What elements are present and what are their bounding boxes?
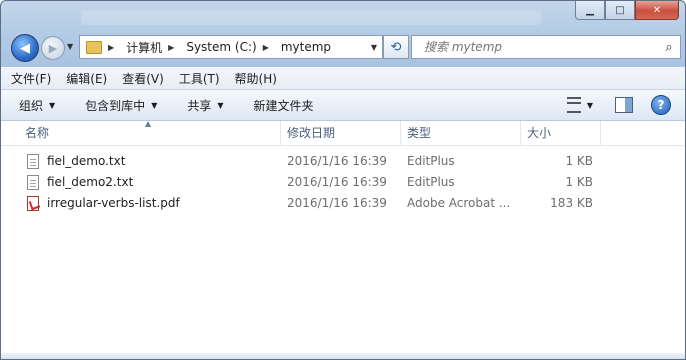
file-name-cell: irregular-verbs-list.pdf	[27, 193, 281, 214]
column-label: 修改日期	[287, 126, 336, 140]
organize-label: 组织	[19, 98, 44, 113]
organize-button[interactable]: 组织 ▼	[19, 97, 55, 114]
file-rows: fiel_demo.txt 2016/1/16 16:39 EditPlus 1…	[1, 151, 685, 214]
file-type: EditPlus	[407, 175, 455, 189]
view-controls: ▼ ?	[566, 95, 671, 115]
share-label: 共享	[187, 98, 212, 113]
status-bar	[1, 353, 685, 359]
text-file-icon	[27, 175, 39, 190]
search-icon[interactable]: ⌕	[658, 40, 680, 55]
share-button[interactable]: 共享 ▼	[187, 97, 223, 114]
minimize-button[interactable]: ▁	[575, 1, 605, 20]
chevron-right-icon: ▶	[168, 42, 175, 52]
menu-view[interactable]: 查看(V)	[122, 70, 164, 87]
file-name: fiel_demo.txt	[47, 154, 126, 168]
search-box[interactable]: ⌕	[411, 35, 681, 59]
forward-button[interactable]: ▶	[41, 36, 65, 60]
column-header-row: ▲ 名称 修改日期 类型 大小	[1, 119, 685, 146]
file-type: Adobe Acrobat ...	[407, 196, 511, 210]
navigation-row: ◀ ▶ ▼ ▶ 计算机 ▶ System (C:) ▶ mytemp ▼ ⟲ ⌕	[9, 33, 681, 62]
help-icon[interactable]: ?	[651, 95, 671, 115]
column-label: 大小	[527, 126, 552, 140]
command-bar: 组织 ▼ 包含到库中 ▼ 共享 ▼ 新建文件夹 ▼ ?	[1, 90, 685, 121]
file-date: 2016/1/16 16:39	[287, 154, 387, 168]
refresh-button[interactable]: ⟲	[383, 35, 409, 59]
breadcrumb-drive[interactable]: System (C:)	[186, 40, 256, 54]
menu-edit[interactable]: 编辑(E)	[66, 70, 107, 87]
dropdown-arrow-icon: ▼	[151, 100, 158, 110]
pdf-file-icon	[27, 196, 39, 211]
chevron-right-icon: ▶	[108, 42, 115, 52]
dropdown-arrow-icon: ▼	[217, 100, 224, 110]
breadcrumb-arrow[interactable]: ▶	[168, 43, 180, 52]
breadcrumb-computer[interactable]: 计算机	[126, 39, 162, 56]
column-header-type[interactable]: 类型	[401, 121, 521, 145]
view-options-icon[interactable]	[566, 97, 581, 113]
file-row[interactable]: irregular-verbs-list.pdf 2016/1/16 16:39…	[1, 193, 685, 214]
file-name-cell: fiel_demo2.txt	[27, 172, 281, 193]
file-name: irregular-verbs-list.pdf	[47, 196, 180, 210]
maximize-button[interactable]: □	[605, 1, 635, 20]
file-row[interactable]: fiel_demo2.txt 2016/1/16 16:39 EditPlus …	[1, 172, 685, 193]
chevron-right-icon: ▶	[262, 42, 269, 52]
column-header-date[interactable]: 修改日期	[281, 121, 401, 145]
view-options-dropdown[interactable]: ▼	[587, 101, 593, 110]
new-folder-button[interactable]: 新建文件夹	[254, 97, 314, 114]
file-size: 183 KB	[550, 196, 593, 210]
menu-help[interactable]: 帮助(H)	[235, 70, 277, 87]
dropdown-arrow-icon: ▼	[49, 100, 56, 110]
column-header-size[interactable]: 大小	[521, 121, 601, 145]
arrow-right-icon: ▶	[48, 41, 58, 55]
include-library-label: 包含到库中	[85, 98, 146, 113]
close-button[interactable]: ✕	[635, 1, 679, 20]
address-dropdown[interactable]: ▼	[366, 43, 382, 52]
menu-file[interactable]: 文件(F)	[11, 70, 51, 87]
file-date: 2016/1/16 16:39	[287, 175, 387, 189]
folder-icon	[86, 40, 102, 54]
file-size: 1 KB	[565, 154, 593, 168]
breadcrumb-label: mytemp	[280, 40, 332, 54]
breadcrumb-arrow[interactable]: ▶	[263, 43, 275, 52]
breadcrumb-label: 计算机	[126, 40, 163, 55]
explorer-window: ▁ □ ✕ ◀ ▶ ▼ ▶ 计算机 ▶ System (C:) ▶ mytemp…	[0, 0, 686, 360]
file-list: ▲ 名称 修改日期 类型 大小 fiel_demo.txt 2016/1/16 …	[1, 119, 685, 359]
file-date: 2016/1/16 16:39	[287, 196, 387, 210]
caption-buttons: ▁ □ ✕	[575, 1, 679, 20]
address-bar[interactable]: ▶ 计算机 ▶ System (C:) ▶ mytemp ▼	[79, 35, 383, 59]
column-label: 名称	[25, 126, 50, 140]
breadcrumb-root-arrow[interactable]: ▶	[108, 43, 120, 52]
menu-bar: 文件(F) 编辑(E) 查看(V) 工具(T) 帮助(H)	[1, 67, 685, 90]
file-type: EditPlus	[407, 154, 455, 168]
preview-pane-icon[interactable]	[615, 97, 633, 113]
recent-pages-dropdown[interactable]: ▼	[67, 42, 73, 51]
include-in-library-button[interactable]: 包含到库中 ▼	[85, 97, 157, 114]
menu-tools[interactable]: 工具(T)	[179, 70, 220, 87]
title-bar	[81, 11, 541, 25]
refresh-icon: ⟲	[390, 39, 402, 55]
text-file-icon	[27, 154, 39, 169]
column-label: 类型	[407, 126, 432, 140]
file-row[interactable]: fiel_demo.txt 2016/1/16 16:39 EditPlus 1…	[1, 151, 685, 172]
file-name-cell: fiel_demo.txt	[27, 151, 281, 172]
column-header-name[interactable]: 名称	[19, 121, 281, 145]
file-name: fiel_demo2.txt	[47, 175, 134, 189]
search-input[interactable]	[422, 39, 658, 55]
breadcrumb-folder[interactable]: mytemp	[281, 40, 331, 54]
arrow-left-icon: ◀	[20, 40, 30, 56]
breadcrumb-label: System (C:)	[186, 40, 257, 54]
new-folder-label: 新建文件夹	[253, 98, 314, 113]
file-size: 1 KB	[565, 175, 593, 189]
back-button[interactable]: ◀	[11, 34, 39, 62]
